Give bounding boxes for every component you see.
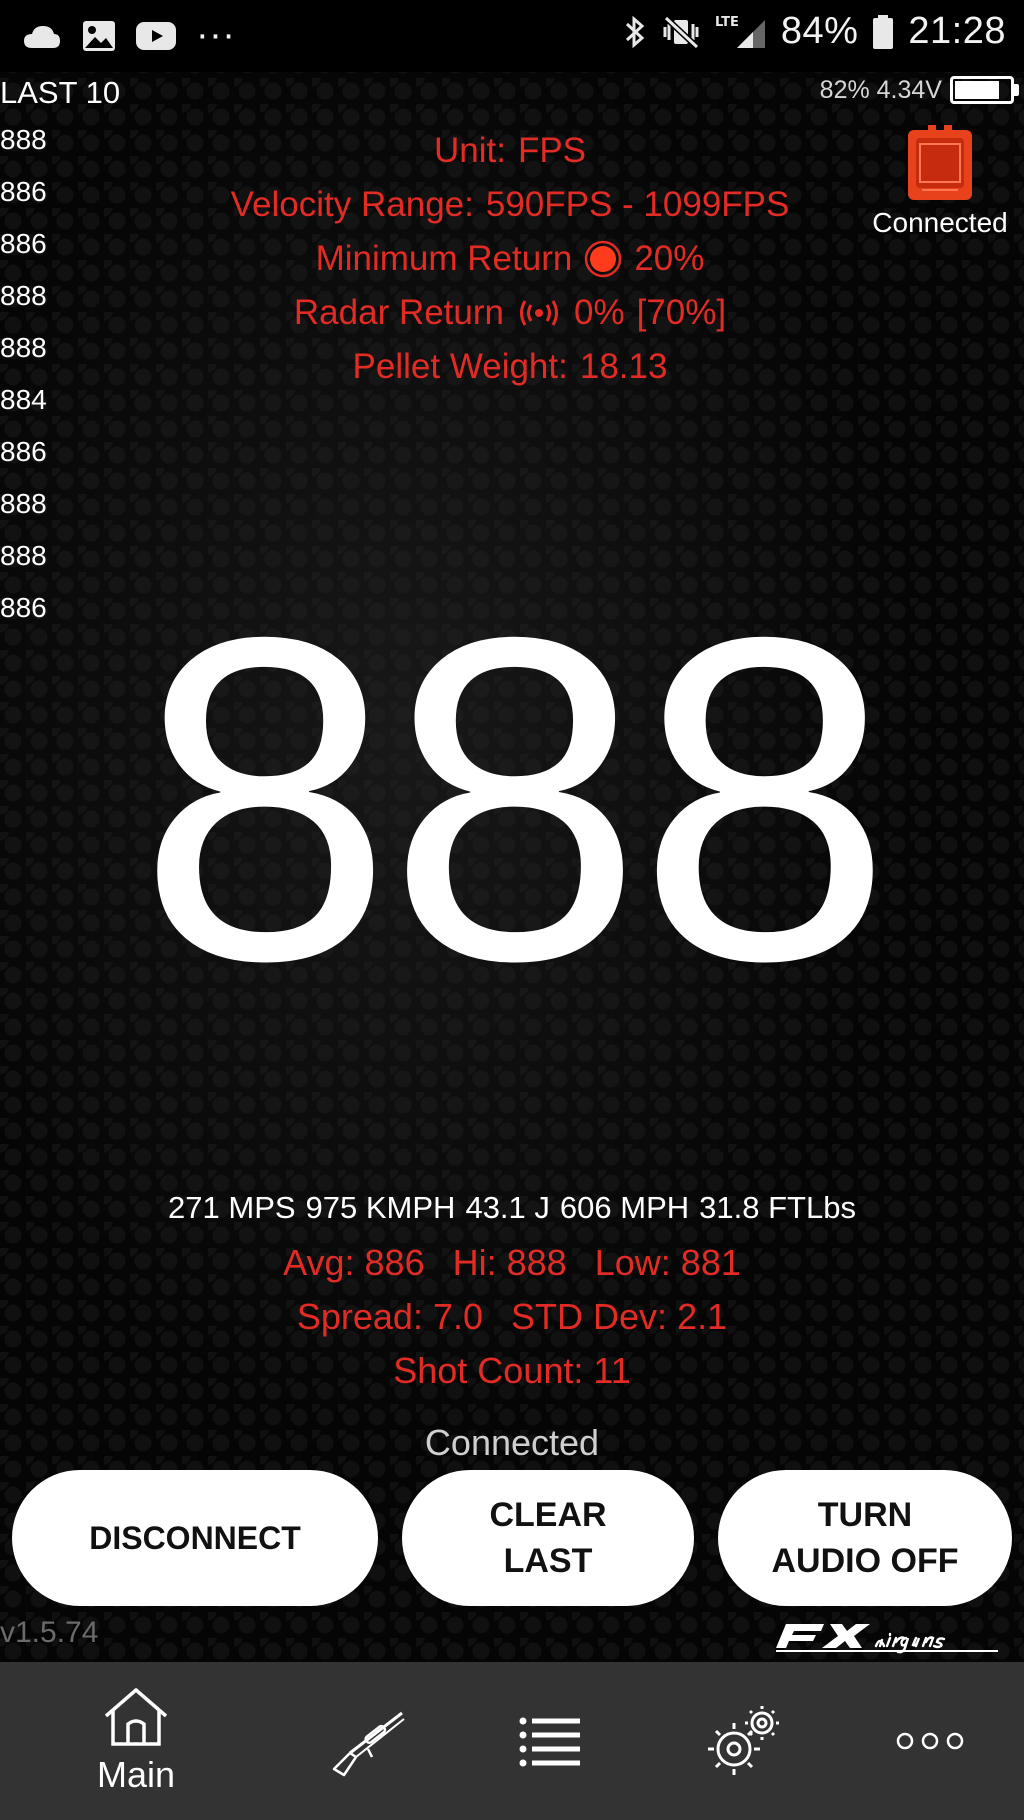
clear-line-1: CLEAR: [489, 1496, 607, 1534]
conversion-value: 606 MPH: [559, 1190, 690, 1225]
cloud-icon: [22, 22, 62, 50]
chronograph-screen: ··· LTE 84% 21:28 82% 4.34V LAST 10 888 …: [0, 0, 1024, 1820]
turn-audio-off-button[interactable]: TURN AUDIO OFF: [718, 1470, 1012, 1606]
unit-value: FPS: [517, 131, 587, 170]
nav-more[interactable]: [850, 1662, 1010, 1820]
last-10-item: 888: [0, 280, 47, 311]
gears-icon: [708, 1706, 779, 1775]
fx-airguns-logo: [776, 1624, 998, 1654]
last-10-title: LAST 10: [0, 75, 121, 110]
conversion-value: 271 MPS: [168, 1190, 296, 1225]
device-battery-text: 82% 4.34V: [819, 75, 942, 104]
shot-count-value: 11: [593, 1350, 631, 1391]
status-bar: ··· LTE 84% 21:28: [0, 0, 1024, 72]
nav-main[interactable]: Main: [56, 1662, 216, 1820]
hi-label: Hi:: [452, 1242, 497, 1283]
audio-label: TURN AUDIO OFF: [772, 1492, 959, 1584]
pellet-weight-value: 18.13: [579, 347, 668, 386]
low-value: 881: [680, 1242, 741, 1283]
more-icon: [896, 1732, 964, 1750]
avg-hi-low-row: Avg: 886 Hi: 888 Low: 881: [0, 1236, 1024, 1290]
spread-label: Spread:: [296, 1296, 423, 1337]
avg-value: 886: [364, 1242, 425, 1283]
nav-list[interactable]: [470, 1662, 630, 1820]
radar-device-icon[interactable]: [900, 124, 980, 202]
last-10-panel: LAST 10 888 886 886 888 888 884 886 888 888 886: [0, 72, 120, 634]
nav-rifle[interactable]: [288, 1662, 448, 1820]
spread-std-row: Spread: 7.0 STD Dev: 2.1: [0, 1290, 1024, 1344]
shot-statistics: Avg: 886 Hi: 888 Low: 881 Spread: 7.0 ST…: [0, 1236, 1024, 1398]
radar-return-row: Radar Return 0% [70%]: [140, 286, 880, 340]
minimum-return-value: 20%: [634, 239, 705, 278]
last-10-list: 888 886 886 888 888 884 886 888 888 886: [0, 114, 120, 634]
nav-settings[interactable]: [664, 1662, 824, 1820]
image-icon: [82, 20, 116, 52]
audio-line-1: TURN: [817, 1496, 913, 1534]
pellet-weight-row: Pellet Weight: 18.13: [140, 340, 880, 394]
conversion-value: 31.8 FTLbs: [699, 1190, 856, 1225]
shot-count-label: Shot Count:: [393, 1350, 584, 1391]
last-10-item: 886: [0, 436, 47, 467]
conversion-value: 43.1 J: [465, 1190, 550, 1225]
radar-device[interactable]: Connected: [860, 124, 1020, 239]
rifle-icon: [332, 1711, 405, 1777]
battery-percent: 84%: [780, 10, 859, 52]
list-icon: [519, 1717, 580, 1767]
unit-label: Unit:: [433, 131, 506, 170]
bottom-navigation: Main: [0, 1662, 1024, 1820]
radar-return-value: 0%: [574, 293, 625, 332]
std-dev-value: 2.1: [677, 1296, 728, 1337]
velocity-reading: 888: [137, 543, 893, 1056]
audio-line-2: AUDIO OFF: [771, 1542, 959, 1580]
device-battery-icon: [950, 76, 1019, 104]
bluetooth-icon: [623, 14, 647, 50]
clear-line-2: LAST: [503, 1542, 593, 1580]
last-10-item: 884: [0, 384, 47, 415]
velocity-range-value: 590FPS - 1099FPS: [485, 185, 790, 224]
last-10-item: 888: [0, 488, 47, 519]
network-type: LTE: [715, 15, 739, 30]
clear-last-button[interactable]: CLEAR LAST: [402, 1470, 694, 1606]
battery-icon: [872, 14, 894, 50]
settings-info: Unit: FPS Velocity Range: 590FPS - 1099F…: [140, 124, 880, 394]
pellet-weight-label: Pellet Weight:: [352, 347, 568, 386]
youtube-icon: [136, 21, 176, 50]
radar-return-label: Radar Return: [293, 293, 504, 332]
unit-conversions: 271 MPS 975 KMPH 43.1 J 606 MPH 31.8 FTLbs: [0, 1190, 1024, 1226]
more-notifications: ···: [196, 14, 236, 56]
device-status: Connected: [872, 207, 1008, 238]
connection-status: Connected: [424, 1422, 600, 1463]
disconnect-button[interactable]: DISCONNECT: [12, 1470, 378, 1606]
last-10-item: 886: [0, 176, 47, 207]
signal-icon: LTE: [715, 14, 767, 50]
minimum-return-label: Minimum Return: [315, 239, 573, 278]
minimum-return-row: Minimum Return 20%: [140, 232, 880, 286]
velocity-range-row: Velocity Range: 590FPS - 1099FPS: [140, 178, 880, 232]
clock: 21:28: [908, 10, 1006, 52]
nav-main-label: Main: [96, 1754, 176, 1795]
device-battery: 82% 4.34V: [819, 72, 1019, 108]
low-label: Low:: [594, 1242, 671, 1283]
std-dev-label: STD Dev:: [511, 1296, 668, 1337]
last-10-item: 888: [0, 124, 47, 155]
avg-label: Avg:: [283, 1242, 355, 1283]
velocity-range-label: Velocity Range:: [230, 185, 474, 224]
last-10-item: 886: [0, 228, 47, 259]
target-dot-icon: [585, 240, 622, 278]
radar-signal-icon: [520, 300, 558, 326]
clear-last-label: CLEAR LAST: [489, 1492, 606, 1584]
conversion-value: 975 KMPH: [305, 1190, 456, 1225]
shot-count-row: Shot Count: 11: [0, 1344, 1024, 1398]
unit-row: Unit: FPS: [140, 124, 880, 178]
vibrate-mute-icon: [661, 14, 701, 50]
spread-value: 7.0: [432, 1296, 484, 1337]
radar-return-threshold: [70%]: [636, 293, 727, 332]
disconnect-label: DISCONNECT: [89, 1520, 301, 1556]
home-icon: [104, 1688, 168, 1746]
app-version: v1.5.74: [0, 1616, 99, 1649]
last-10-item: 888: [0, 332, 47, 363]
hi-value: 888: [506, 1242, 567, 1283]
